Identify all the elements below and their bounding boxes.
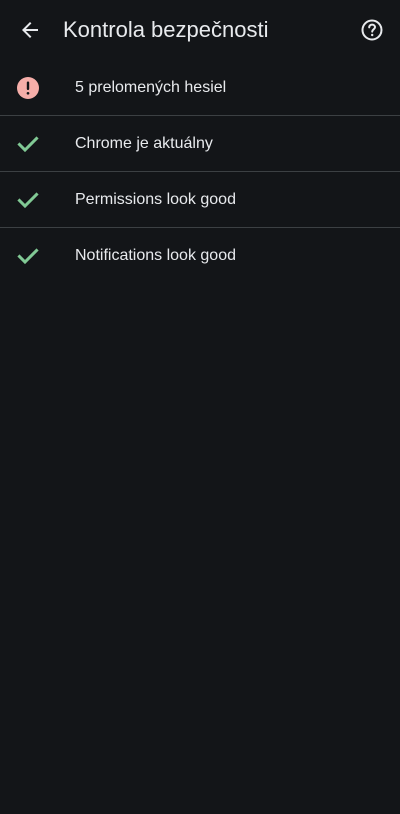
check-label: Permissions look good: [75, 190, 236, 208]
toolbar: Kontrola bezpečnosti: [0, 0, 400, 60]
check-label: Notifications look good: [75, 246, 236, 264]
check-row-permissions[interactable]: Permissions look good: [0, 172, 400, 227]
check-row-chrome-update[interactable]: Chrome je aktuálny: [0, 116, 400, 171]
back-button[interactable]: [8, 8, 52, 52]
help-button[interactable]: [350, 8, 394, 52]
page-title: Kontrola bezpečnosti: [63, 17, 269, 42]
safety-check-list: 5 prelomených hesiel Chrome je aktuálny …: [0, 60, 400, 283]
alert-circle-icon: [16, 76, 40, 100]
check-row-passwords[interactable]: 5 prelomených hesiel: [0, 60, 400, 115]
check-icon: [16, 132, 40, 156]
check-label: 5 prelomených hesiel: [75, 78, 227, 96]
check-label: Chrome je aktuálny: [75, 134, 213, 152]
check-row-notifications[interactable]: Notifications look good: [0, 228, 400, 283]
safety-check-screen: Kontrola bezpečnosti 5 prelomených hesie…: [0, 0, 400, 814]
help-circle-icon: [361, 19, 383, 41]
check-icon: [16, 188, 40, 212]
check-icon: [16, 244, 40, 268]
arrow-back-icon: [22, 22, 38, 38]
